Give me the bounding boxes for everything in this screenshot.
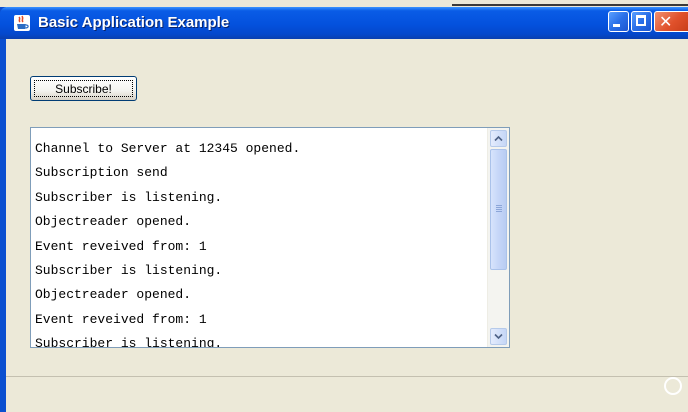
log-line: Objectreader opened. xyxy=(35,214,192,230)
log-line: Event reveived from: 1 xyxy=(35,311,207,327)
log-content[interactable]: Channel to Server at 12345 opened. Subscr… xyxy=(31,128,487,347)
app-window: Basic Application Example ✕ Subscribe! C… xyxy=(0,7,688,412)
maximize-button[interactable] xyxy=(631,11,652,32)
close-icon: ✕ xyxy=(659,12,673,31)
background-window-edge xyxy=(452,4,688,6)
scroll-thumb[interactable] xyxy=(490,149,507,270)
java-app-icon xyxy=(14,15,30,31)
minimize-icon xyxy=(613,24,620,27)
log-line: Objectreader opened. xyxy=(35,287,192,303)
scroll-down-button[interactable] xyxy=(490,328,507,345)
chevron-down-icon xyxy=(494,333,503,340)
subscribe-button-label: Subscribe! xyxy=(55,81,112,96)
close-button[interactable]: ✕ xyxy=(654,11,688,32)
vertical-scrollbar[interactable] xyxy=(487,128,509,347)
maximize-icon xyxy=(636,15,646,26)
title-bar[interactable]: Basic Application Example ✕ xyxy=(0,7,688,39)
scroll-up-button[interactable] xyxy=(490,130,507,147)
resize-grip-icon[interactable] xyxy=(664,377,682,395)
log-textarea[interactable]: Channel to Server at 12345 opened. Subscr… xyxy=(30,127,510,348)
status-bar xyxy=(6,376,688,412)
log-line: Subscriber is listening. xyxy=(35,189,223,205)
log-line: Subscription send xyxy=(35,165,168,181)
grip-icon xyxy=(496,205,502,213)
chevron-up-icon xyxy=(494,135,503,142)
window-title: Basic Application Example xyxy=(38,14,230,31)
log-line: Event reveived from: 1 xyxy=(35,238,207,254)
log-line: Channel to Server at 12345 opened. xyxy=(35,141,301,156)
log-line: Subscriber is listening. xyxy=(35,262,223,278)
minimize-button[interactable] xyxy=(608,11,629,32)
desktop-strip xyxy=(0,0,688,7)
subscribe-button[interactable]: Subscribe! xyxy=(30,76,137,101)
log-line: Subscriber is listening. xyxy=(35,336,223,347)
